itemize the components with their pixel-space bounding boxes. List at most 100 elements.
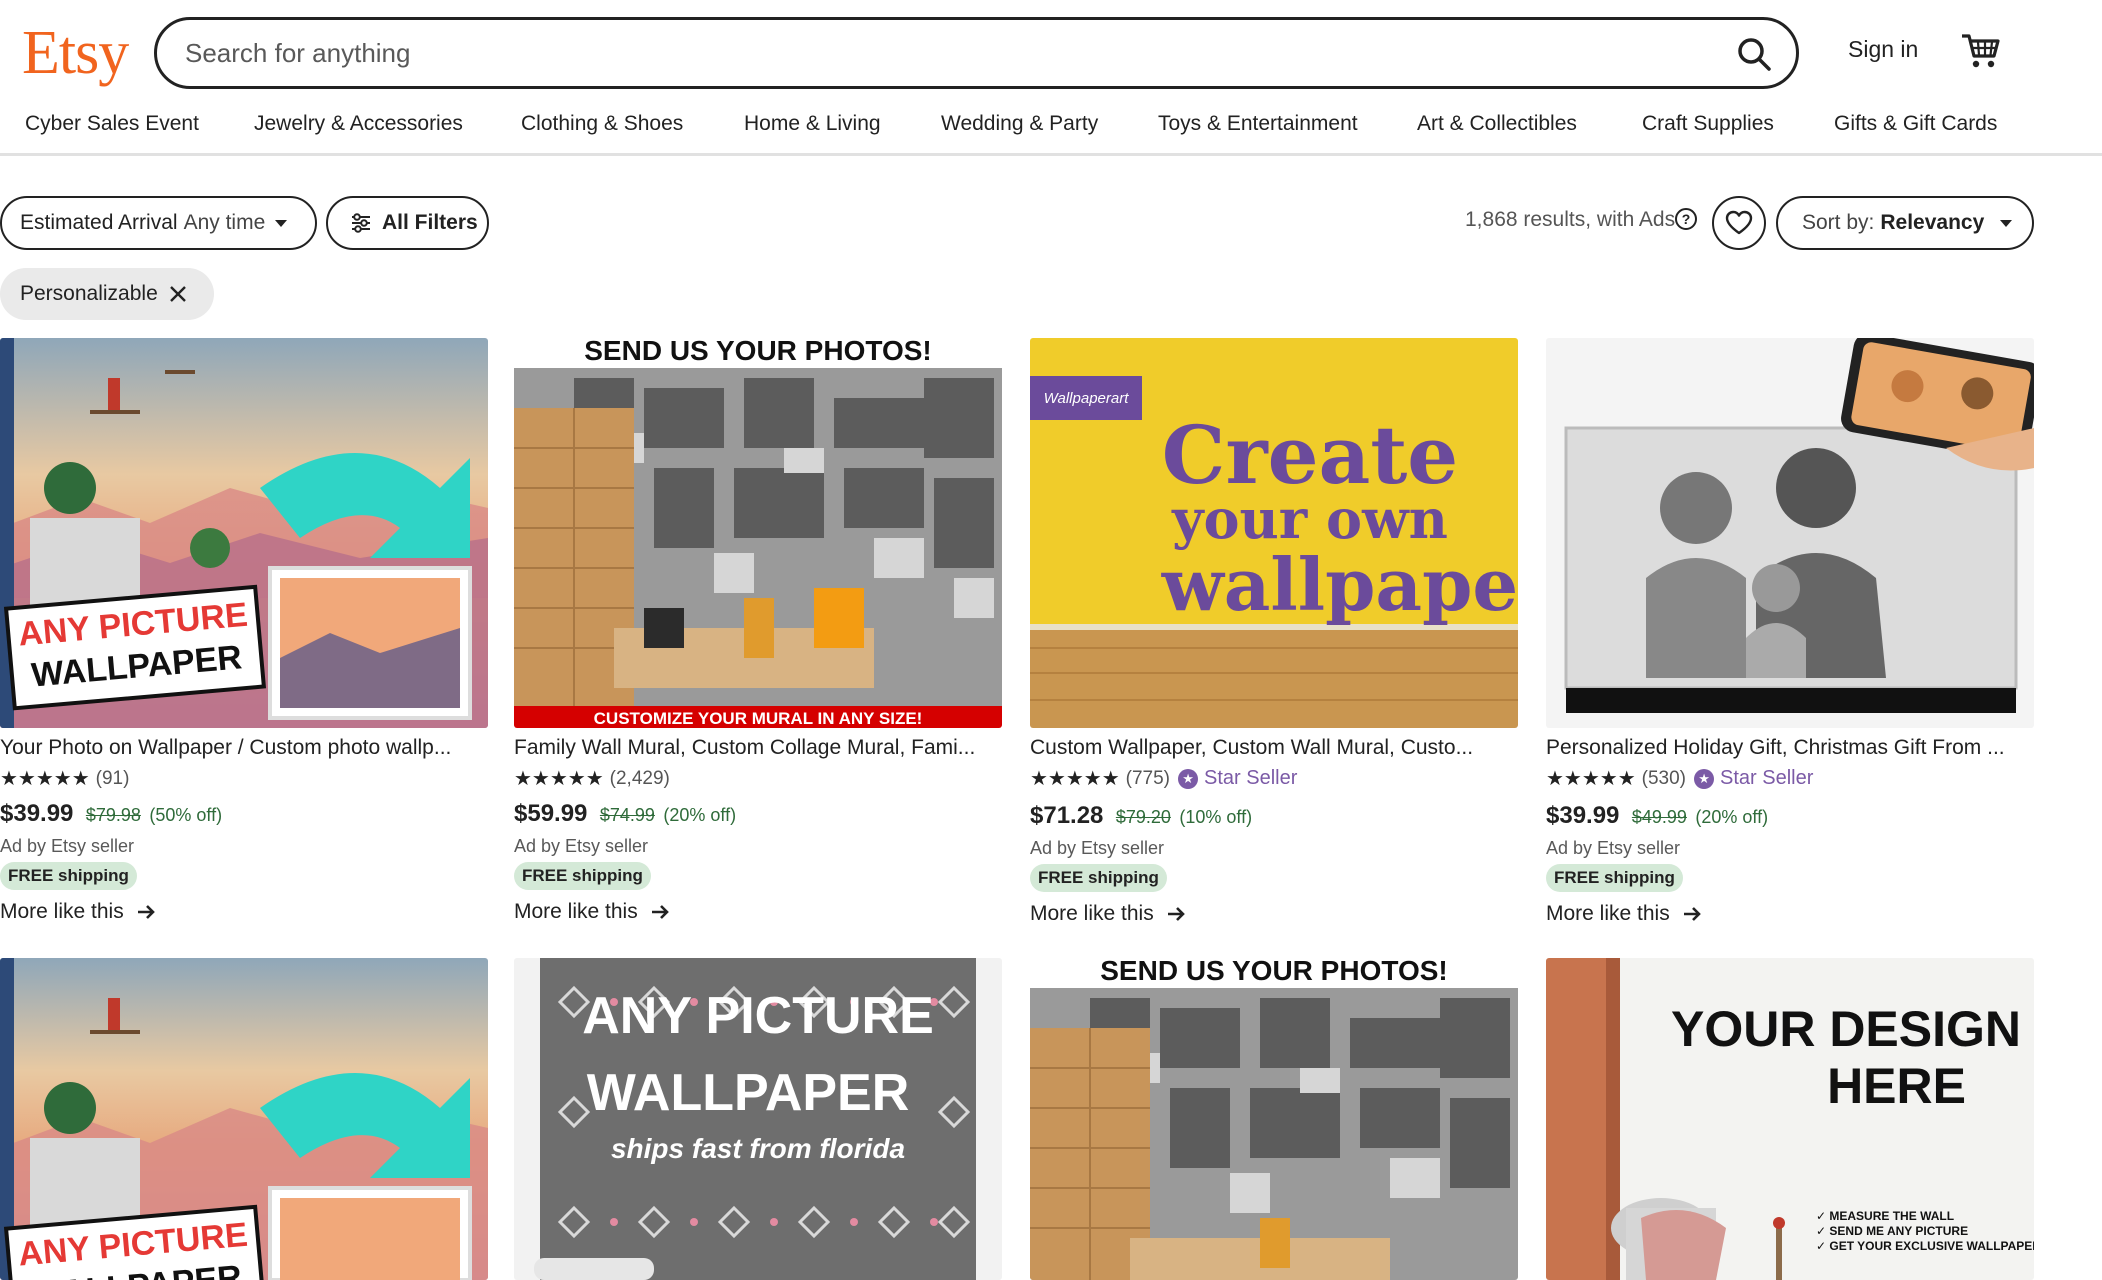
results-count: 1,868 results, with Ads — [1465, 208, 1676, 231]
free-shipping-badge: FREE shipping — [0, 862, 137, 890]
favorite-search-button[interactable] — [1712, 196, 1766, 250]
header: Etsy Sign in — [0, 0, 2102, 100]
estimated-arrival-dropdown[interactable]: Estimated Arrival Any time — [0, 196, 317, 250]
more-like-this-label: More like this — [1030, 902, 1154, 925]
star-seller-icon: ★ — [1694, 768, 1715, 789]
more-like-this-link[interactable]: More like this — [1030, 902, 1186, 926]
listing-image-text: ✓ GET YOUR EXCLUSIVE WALLPAPER — [1816, 1239, 2034, 1253]
nav-art-collectibles[interactable]: Art & Collectibles — [1417, 112, 1577, 136]
listing-rating: ★★★★★ (91) — [0, 766, 129, 791]
listing-image-text: ANY PICTURE — [582, 987, 934, 1045]
listing-image[interactable]: Wallpaperart Create your own wallpape — [1030, 338, 1518, 728]
listing-image[interactable]: ANY PICTURE WALLPAPER ships fast from fl… — [514, 958, 1002, 1280]
arrow-right-icon — [137, 905, 155, 919]
discount-percent: (20% off) — [663, 805, 737, 825]
arrow-right-icon — [1683, 907, 1701, 921]
category-nav: Cyber Sales Event Jewelry & Accessories … — [0, 100, 2102, 156]
listing-image-text: wallpape — [1161, 542, 1518, 627]
star-seller-icon: ★ — [1178, 768, 1199, 789]
star-seller-badge: ★ Star Seller — [1178, 767, 1297, 790]
free-shipping-badge: FREE shipping — [514, 862, 651, 890]
nav-gifts-gift-cards[interactable]: Gifts & Gift Cards — [1834, 112, 1997, 136]
listing-image[interactable]: SEND US YOUR PHOTOS! CUSTOMIZE YOUR MURA… — [514, 338, 1002, 728]
listing-card[interactable]: SEND US YOUR PHOTOS! CUSTOMIZE YOUR MURA… — [514, 338, 1002, 938]
more-like-this-link[interactable]: More like this — [1546, 902, 1702, 926]
sale-price: $39.99 — [0, 800, 74, 827]
sale-price: $59.99 — [514, 800, 588, 827]
nav-clothing-shoes[interactable]: Clothing & Shoes — [521, 112, 683, 136]
review-count: (91) — [95, 767, 130, 789]
listing-image-text: CUSTOMIZE YOUR MURAL IN ANY SIZE! — [594, 709, 923, 728]
star-seller-label: Star Seller — [1720, 767, 1814, 789]
nav-toys-entertainment[interactable]: Toys & Entertainment — [1158, 112, 1358, 136]
estimated-arrival-label: Estimated Arrival — [20, 211, 178, 234]
price-row: $59.99 $74.99 (20% off) — [514, 800, 736, 828]
ad-label: Ad by Etsy seller — [0, 836, 135, 856]
free-shipping-badge: FREE shipping — [1546, 864, 1683, 892]
ad-label: Ad by Etsy seller — [1030, 838, 1165, 858]
discount-percent: (10% off) — [1179, 807, 1253, 827]
nav-craft-supplies[interactable]: Craft Supplies — [1642, 112, 1774, 136]
estimated-arrival-value: Any time — [183, 211, 266, 234]
original-price: $49.99 — [1631, 807, 1687, 827]
listing-image[interactable]: ANY PICTURE WALLPAPER — [0, 338, 488, 728]
active-filter-chip[interactable]: Personalizable — [0, 268, 214, 320]
cart-icon[interactable] — [1960, 30, 2002, 70]
search-bar[interactable] — [154, 17, 1799, 89]
rating-stars: ★★★★★ — [0, 768, 90, 790]
listing-card[interactable]: YOUR DESIGN HERE ✓ MEASURE THE WALL ✓ SE… — [1546, 958, 2034, 1280]
review-count: (2,429) — [609, 767, 670, 789]
listing-image-text: HERE — [1827, 1058, 1966, 1114]
original-price: $74.99 — [599, 805, 655, 825]
listing-rating: ★★★★★ (2,429) — [514, 766, 670, 791]
help-circle-icon[interactable]: ? — [1674, 207, 1698, 231]
search-icon[interactable] — [1734, 34, 1774, 74]
original-price: $79.98 — [85, 805, 141, 825]
listing-image-text: Wallpaperart — [1044, 390, 1130, 407]
etsy-logo[interactable]: Etsy — [22, 14, 129, 92]
arrow-right-icon — [1167, 907, 1185, 921]
listing-rating: ★★★★★ (775) ★ Star Seller — [1030, 766, 1297, 791]
rating-stars: ★★★★★ — [1030, 768, 1120, 790]
price-row: $71.28 $79.20 (10% off) — [1030, 802, 1252, 830]
svg-text:?: ? — [1682, 211, 1691, 227]
arrow-right-icon — [651, 905, 669, 919]
listing-image-text: ✓ MEASURE THE WALL — [1816, 1209, 1954, 1223]
listing-card[interactable]: SEND US YOUR PHOTOS! — [1030, 958, 1518, 1280]
nav-cyber-sales-event[interactable]: Cyber Sales Event — [25, 112, 199, 136]
sort-dropdown[interactable]: Sort by: Relevancy — [1776, 196, 2034, 250]
nav-wedding-party[interactable]: Wedding & Party — [941, 112, 1098, 136]
listing-title[interactable]: Your Photo on Wallpaper / Custom photo w… — [0, 736, 488, 760]
listing-card[interactable]: ANY PICTURE WALLPAPER Your Photo on Wall… — [0, 338, 488, 938]
nav-home-living[interactable]: Home & Living — [744, 112, 881, 136]
listing-title[interactable]: Custom Wallpaper, Custom Wall Mural, Cus… — [1030, 736, 1518, 760]
all-filters-button[interactable]: All Filters — [326, 196, 489, 250]
free-shipping-badge: FREE shipping — [1030, 864, 1167, 892]
sale-price: $71.28 — [1030, 802, 1104, 829]
sort-value: Relevancy — [1880, 211, 1985, 234]
listing-title[interactable]: Family Wall Mural, Custom Collage Mural,… — [514, 736, 1002, 760]
more-like-this-link[interactable]: More like this — [0, 900, 156, 924]
search-input[interactable] — [185, 34, 1685, 72]
nav-jewelry-accessories[interactable]: Jewelry & Accessories — [254, 112, 463, 136]
listing-card[interactable]: Personalized Holiday Gift, Christmas Gif… — [1546, 338, 2034, 938]
original-price: $79.20 — [1115, 807, 1171, 827]
active-filter-label: Personalizable — [20, 282, 158, 305]
chevron-down-icon — [2000, 219, 2013, 227]
more-like-this-link[interactable]: More like this — [514, 900, 670, 924]
listing-card[interactable]: ANY PICTURE WALLPAPER — [0, 958, 488, 1280]
ad-label: Ad by Etsy seller — [514, 836, 649, 856]
listing-title[interactable]: Personalized Holiday Gift, Christmas Gif… — [1546, 736, 2034, 760]
sort-label: Sort by: — [1802, 211, 1875, 234]
price-row: $39.99 $79.98 (50% off) — [0, 800, 222, 828]
sign-in-link[interactable]: Sign in — [1848, 36, 1918, 63]
listing-image[interactable]: ANY PICTURE WALLPAPER — [0, 958, 488, 1280]
close-icon[interactable] — [168, 284, 188, 304]
ad-label: Ad by Etsy seller — [1546, 838, 1681, 858]
listing-card[interactable]: ANY PICTURE WALLPAPER ships fast from fl… — [514, 958, 1002, 1280]
listing-image[interactable]: YOUR DESIGN HERE ✓ MEASURE THE WALL ✓ SE… — [1546, 958, 2034, 1280]
listing-image[interactable] — [1546, 338, 2034, 728]
listing-card[interactable]: Wallpaperart Create your own wallpape Cu… — [1030, 338, 1518, 938]
listing-image[interactable]: SEND US YOUR PHOTOS! — [1030, 958, 1518, 1280]
chevron-down-icon — [275, 219, 288, 227]
